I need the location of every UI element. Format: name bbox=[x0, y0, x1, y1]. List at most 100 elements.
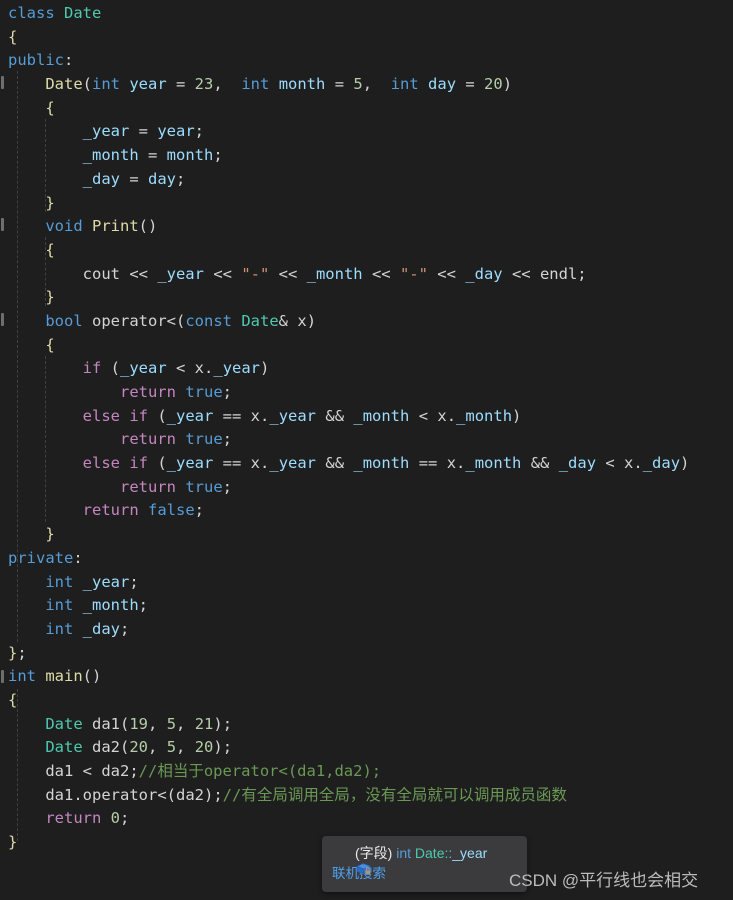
code-token: < bbox=[596, 454, 625, 473]
code-line[interactable]: } bbox=[0, 192, 733, 216]
code-token: ; bbox=[175, 169, 186, 188]
code-token: = bbox=[166, 75, 195, 94]
code-line[interactable]: return true; bbox=[0, 381, 733, 405]
code-line[interactable]: return false; bbox=[0, 499, 733, 523]
code-token: . bbox=[260, 406, 270, 425]
code-line[interactable]: class Date bbox=[0, 2, 733, 26]
code-line[interactable]: { bbox=[0, 239, 733, 263]
code-token: ; bbox=[194, 501, 205, 520]
code-token: } bbox=[8, 288, 55, 307]
code-token: _year bbox=[82, 122, 130, 141]
code-token: 20 bbox=[484, 75, 503, 94]
code-token: << bbox=[427, 264, 466, 283]
code-token: _month bbox=[82, 596, 139, 615]
code-token: () bbox=[82, 667, 102, 686]
code-token: << bbox=[119, 264, 158, 283]
code-line[interactable]: return true; bbox=[0, 428, 733, 452]
code-token: { bbox=[8, 690, 18, 709]
code-line[interactable]: return 0; bbox=[0, 807, 733, 831]
code-content[interactable]: class Date{public: Date(int year = 23, i… bbox=[0, 2, 733, 855]
code-token: Date bbox=[64, 4, 102, 22]
code-token: _year bbox=[166, 454, 214, 473]
code-token: = bbox=[138, 146, 167, 165]
code-token: ) bbox=[502, 75, 513, 94]
code-token: ; bbox=[194, 122, 204, 141]
code-line[interactable]: Date da2(20, 5, 20); bbox=[0, 736, 733, 760]
code-token: & bbox=[278, 311, 298, 330]
code-line[interactable]: { bbox=[0, 689, 733, 713]
code-token: ); bbox=[213, 738, 233, 757]
code-token: = bbox=[129, 122, 158, 141]
code-token: ); bbox=[213, 714, 233, 733]
code-line[interactable]: }; bbox=[0, 642, 733, 666]
code-token: _year bbox=[213, 359, 261, 378]
code-line[interactable]: { bbox=[0, 97, 733, 121]
code-token: false bbox=[148, 501, 195, 520]
code-line[interactable]: da1.operator<(da2);//有全局调用全局，没有全局就可以调用成员… bbox=[0, 784, 733, 808]
code-line[interactable]: int _month; bbox=[0, 594, 733, 618]
code-line[interactable]: } bbox=[0, 286, 733, 310]
code-line[interactable]: Date da1(19, 5, 21); bbox=[0, 713, 733, 737]
code-line[interactable]: _day = day; bbox=[0, 168, 733, 192]
code-line[interactable]: else if (_year == x._year && _month < x.… bbox=[0, 405, 733, 429]
code-line[interactable]: } bbox=[0, 523, 733, 547]
code-line[interactable]: void Print() bbox=[0, 215, 733, 239]
code-token: Print bbox=[92, 217, 139, 236]
code-token: 5 bbox=[166, 738, 177, 757]
code-token: _day bbox=[465, 264, 503, 283]
code-editor-surface[interactable]: class Date{public: Date(int year = 23, i… bbox=[0, 0, 733, 900]
code-line[interactable]: int _year; bbox=[0, 571, 733, 595]
code-line[interactable]: return true; bbox=[0, 476, 733, 500]
code-token: x bbox=[194, 359, 205, 378]
code-token: _day bbox=[558, 454, 597, 473]
code-token: { bbox=[8, 335, 55, 354]
tooltip-keyword: int bbox=[396, 845, 412, 861]
code-token: && bbox=[521, 454, 559, 473]
code-token: 5 bbox=[166, 714, 177, 733]
code-token: ( bbox=[82, 75, 92, 94]
code-token: Date bbox=[45, 75, 83, 94]
code-token: if bbox=[129, 406, 148, 425]
code-token: _year bbox=[120, 359, 167, 378]
code-token: _month bbox=[465, 454, 522, 473]
code-line[interactable]: { bbox=[0, 334, 733, 358]
code-line[interactable]: bool operator<(const Date& x) bbox=[0, 310, 733, 334]
code-line[interactable]: int _day; bbox=[0, 618, 733, 642]
code-line[interactable]: da1 < da2;//相当于operator<(da1,da2); bbox=[0, 760, 733, 784]
code-token: Date bbox=[45, 714, 83, 733]
code-token: 5 bbox=[353, 75, 363, 94]
code-token: "-" bbox=[399, 264, 428, 283]
code-token: _year bbox=[166, 406, 214, 425]
code-line[interactable]: { bbox=[0, 26, 733, 50]
code-line[interactable]: _year = year; bbox=[0, 120, 733, 144]
code-line[interactable]: private: bbox=[0, 547, 733, 571]
code-line[interactable]: _month = month; bbox=[0, 144, 733, 168]
code-line[interactable]: cout << _year << "-" << _month << "-" <<… bbox=[0, 263, 733, 287]
tooltip-signature-row: (字段) int Date :: _year bbox=[332, 842, 517, 875]
code-line[interactable]: public: bbox=[0, 49, 733, 73]
code-line[interactable]: if (_year < x._year) bbox=[0, 357, 733, 381]
code-token: else bbox=[82, 454, 120, 473]
code-token: ; bbox=[120, 619, 130, 638]
code-token: endl bbox=[539, 264, 578, 283]
code-token: operator bbox=[82, 785, 158, 804]
code-token: return bbox=[82, 501, 139, 520]
code-token: _month bbox=[353, 406, 410, 425]
code-line[interactable]: int main() bbox=[0, 665, 733, 689]
code-token: year bbox=[157, 122, 195, 141]
code-token: { bbox=[8, 240, 55, 259]
code-token: _year bbox=[269, 454, 317, 473]
code-token: << bbox=[362, 264, 400, 283]
code-token: true bbox=[185, 430, 223, 449]
code-token: < bbox=[73, 762, 102, 780]
code-line[interactable]: Date(int year = 23, int month = 5, int d… bbox=[0, 73, 733, 97]
code-line[interactable]: else if (_year == x._year && _month == x… bbox=[0, 452, 733, 476]
